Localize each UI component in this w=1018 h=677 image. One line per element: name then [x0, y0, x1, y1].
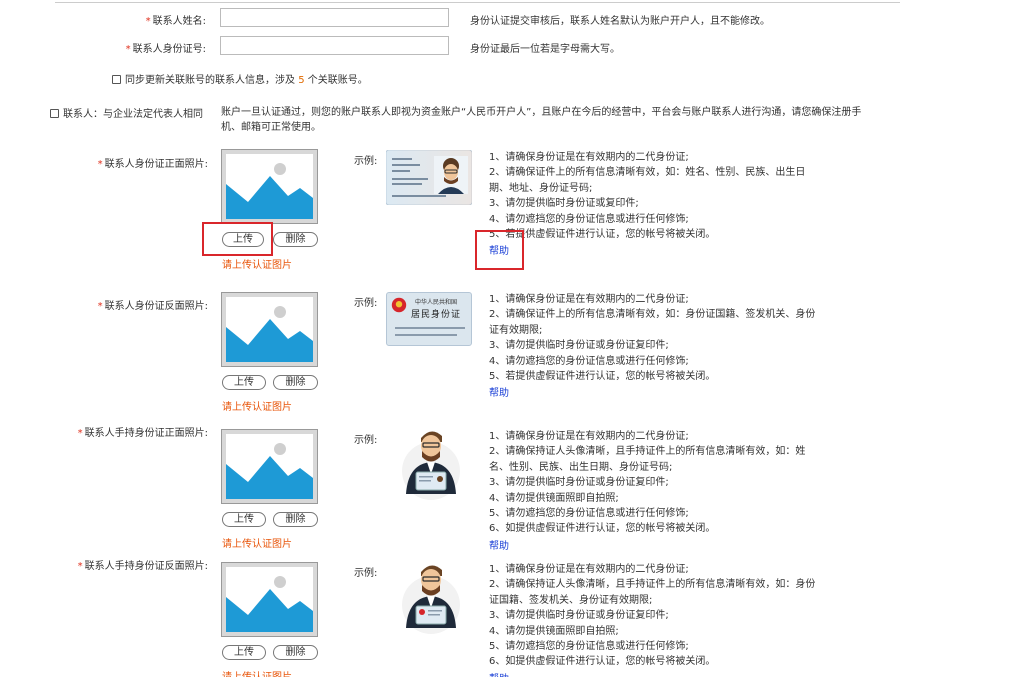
- image-placeholder-icon: [226, 154, 313, 219]
- tip-item: 3、请勿提供临时身份证或身份证复印件;: [489, 610, 669, 622]
- id-card-front-illustration: [386, 150, 472, 205]
- sync-suffix: 个关联账号。: [307, 75, 368, 86]
- handheld-front-label: * 联系人手持身份证正面照片:: [77, 428, 208, 439]
- handheld-front-image-placeholder: [221, 429, 318, 504]
- tip-item: 1、请确保身份证是在有效期内的二代身份证;: [489, 152, 689, 163]
- tip-item: 1、请确保身份证是在有效期内的二代身份证;: [489, 294, 689, 305]
- person-holding-id-back-illustration: [402, 565, 460, 634]
- contact-id-input[interactable]: [220, 36, 449, 55]
- contact-id-label: * 联系人身份证号:: [125, 44, 206, 55]
- handheld-front-delete-button[interactable]: 删除: [273, 512, 318, 527]
- id-back-tips: 1、请确保身份证是在有效期内的二代身份证; 2、请确保证件上的所有信息清晰有效，…: [489, 292, 819, 402]
- id-front-help-link[interactable]: 帮助: [489, 244, 819, 259]
- card-title-big: 居民身份证: [411, 310, 462, 320]
- handheld-back-label: * 联系人手持身份证反面照片:: [77, 561, 208, 572]
- tip-item: 4、请勿提供镜面照即自拍照;: [489, 492, 619, 504]
- tip-item: 4、请勿遮挡您的身份证信息或进行任何修饰;: [489, 213, 689, 225]
- tip-item: 3、请勿提供临时身份证或复印件;: [489, 198, 639, 210]
- example-label: 示例:: [354, 156, 378, 167]
- tip-item: 5、若提供虚假证件进行认证，您的帐号将被关闭。: [489, 371, 716, 383]
- example-label: 示例:: [354, 298, 378, 309]
- account-contact-notice: 账户一旦认证通过，则您的账户联系人即视为资金账户“人民币开户人”，且账户在今后的…: [221, 107, 862, 133]
- contact-name-hint: 身份认证提交审核后，联系人姓名默认为账户开户人，且不能修改。: [470, 16, 770, 27]
- id-front-label: * 联系人身份证正面照片:: [97, 159, 208, 170]
- tip-item: 5、请勿遮挡您的身份证信息或进行任何修饰;: [489, 508, 689, 520]
- example-label: 示例:: [354, 435, 378, 446]
- required-mark: *: [145, 16, 151, 27]
- contact-name-input[interactable]: [220, 8, 449, 27]
- card-line: [395, 327, 465, 329]
- tip-item: 4、请勿遮挡您的身份证信息或进行任何修饰;: [489, 355, 689, 367]
- id-back-error: 请上传认证图片: [222, 402, 292, 413]
- required-mark: *: [97, 159, 103, 170]
- example-label: 示例:: [354, 568, 378, 579]
- tip-item: 2、请确保持证人头像清晰，且手持证件上的所有信息清晰有效，如：身份证国籍、签发机…: [489, 579, 816, 606]
- same-as-legal-rep-label: 联系人：与企业法定代表人相同: [63, 109, 203, 120]
- sync-linked-accounts-option[interactable]: 同步更新关联账号的联系人信息，涉及 5 个关联账号。: [112, 71, 368, 86]
- same-as-legal-rep-checkbox[interactable]: [50, 109, 59, 118]
- id-back-upload-button[interactable]: 上传: [222, 375, 266, 390]
- handheld-back-help-link[interactable]: 帮助: [489, 672, 819, 677]
- id-front-delete-button[interactable]: 删除: [273, 232, 318, 247]
- sync-checkbox[interactable]: [112, 75, 121, 84]
- handheld-front-sample-image: [400, 424, 462, 504]
- card-title-small: 中华人民共和国: [415, 299, 458, 306]
- required-mark: *: [97, 301, 103, 312]
- national-emblem-icon: [391, 297, 407, 313]
- tip-item: 1、请确保身份证是在有效期内的二代身份证;: [489, 431, 689, 442]
- handheld-front-help-link[interactable]: 帮助: [489, 539, 819, 554]
- image-placeholder-icon: [226, 434, 313, 499]
- id-front-image-placeholder: [221, 149, 318, 224]
- tip-item: 2、请确保证件上的所有信息清晰有效，如：身份证国籍、签发机关、身份证有效期限;: [489, 309, 816, 336]
- handheld-front-upload-button[interactable]: 上传: [222, 512, 266, 527]
- handheld-front-error: 请上传认证图片: [222, 539, 292, 550]
- handheld-back-image-placeholder: [221, 562, 318, 637]
- tip-item: 3、请勿提供临时身份证或身份证复印件;: [489, 477, 669, 489]
- id-back-label: * 联系人身份证反面照片:: [97, 301, 208, 312]
- contact-id-hint: 身份证最后一位若是字母需大写。: [470, 44, 620, 55]
- required-mark: *: [77, 428, 83, 439]
- contact-name-label: * 联系人姓名:: [145, 16, 206, 27]
- handheld-back-sample-image: [400, 558, 462, 638]
- linked-account-count: 5: [298, 75, 305, 86]
- highlight-box-upload: [202, 222, 273, 256]
- highlight-box-help: [475, 230, 524, 270]
- sync-text: 同步更新关联账号的联系人信息，涉及: [125, 75, 295, 86]
- id-back-sample-image: 中华人民共和国 居民身份证: [386, 292, 472, 346]
- top-divider: [55, 2, 900, 3]
- person-holding-id-front-illustration: [402, 431, 460, 500]
- tip-item: 6、如提供虚假证件进行认证，您的帐号将被关闭。: [489, 656, 716, 668]
- same-as-legal-rep-option[interactable]: 联系人：与企业法定代表人相同: [50, 105, 203, 120]
- id-back-delete-button[interactable]: 删除: [273, 375, 318, 390]
- tip-item: 1、请确保身份证是在有效期内的二代身份证;: [489, 564, 689, 575]
- id-front-tips: 1、请确保身份证是在有效期内的二代身份证; 2、请确保证件上的所有信息清晰有效，…: [489, 150, 819, 260]
- handheld-back-delete-button[interactable]: 删除: [273, 645, 318, 660]
- required-mark: *: [77, 561, 83, 572]
- id-back-help-link[interactable]: 帮助: [489, 386, 819, 401]
- id-back-image-placeholder: [221, 292, 318, 367]
- id-front-sample-image: [386, 150, 472, 205]
- tip-item: 6、如提供虚假证件进行认证，您的帐号将被关闭。: [489, 523, 716, 535]
- image-placeholder-icon: [226, 297, 313, 362]
- handheld-back-error: 请上传认证图片: [222, 668, 292, 677]
- id-front-error: 请上传认证图片: [222, 260, 292, 271]
- tip-item: 5、若提供虚假证件进行认证，您的帐号将被关闭。: [489, 229, 716, 241]
- handheld-back-upload-button[interactable]: 上传: [222, 645, 266, 660]
- tip-item: 2、请确保持证人头像清晰，且手持证件上的所有信息清晰有效，如：姓名、性别、民族、…: [489, 446, 806, 473]
- image-placeholder-icon: [226, 567, 313, 632]
- tip-item: 5、请勿遮挡您的身份证信息或进行任何修饰;: [489, 641, 689, 653]
- tip-item: 2、请确保证件上的所有信息清晰有效，如：姓名、性别、民族、出生日期、地址、身份证…: [489, 167, 806, 194]
- card-line: [395, 334, 457, 336]
- handheld-front-tips: 1、请确保身份证是在有效期内的二代身份证; 2、请确保持证人头像清晰，且手持证件…: [489, 429, 819, 554]
- tip-item: 4、请勿提供镜面照即自拍照;: [489, 625, 619, 637]
- handheld-back-tips: 1、请确保身份证是在有效期内的二代身份证; 2、请确保持证人头像清晰，且手持证件…: [489, 562, 819, 677]
- required-mark: *: [125, 44, 131, 55]
- tip-item: 3、请勿提供临时身份证或身份证复印件;: [489, 340, 669, 352]
